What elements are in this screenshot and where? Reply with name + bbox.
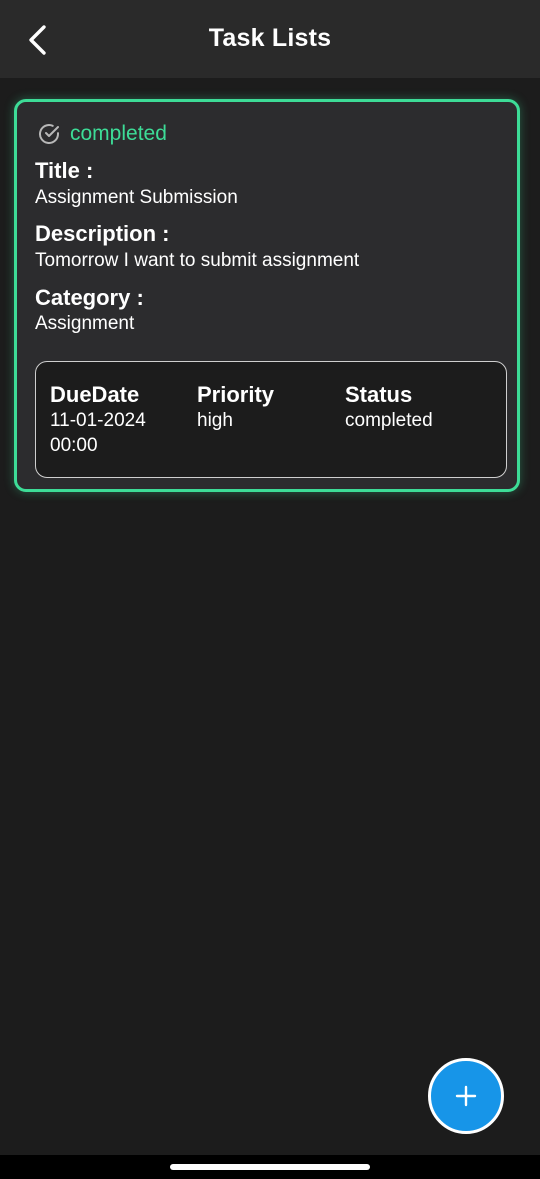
page-title: Task Lists [208, 24, 332, 52]
due-time-value: 00:00 [50, 435, 98, 456]
due-date-label: DueDate [50, 382, 140, 407]
check-circle-icon [36, 121, 62, 147]
priority-value: high [197, 410, 233, 431]
title-label: Title : [35, 158, 94, 183]
task-details-box: DueDate 11-01-2024 00:00 Priority high S… [35, 361, 507, 478]
status-value: completed [345, 410, 433, 431]
status-label: Status [345, 382, 413, 407]
plus-icon [455, 1085, 477, 1107]
due-date-column: DueDate 11-01-2024 00:00 [50, 382, 146, 458]
task-card[interactable]: completed Title : Assignment Submission … [14, 99, 520, 492]
category-value: Assignment [35, 313, 135, 334]
title-value: Assignment Submission [35, 187, 238, 208]
priority-label: Priority [197, 382, 275, 407]
status-column: Status completed [345, 382, 433, 433]
status-badge-label: completed [70, 122, 167, 145]
description-label: Description : [35, 221, 170, 246]
priority-column: Priority high [197, 382, 274, 433]
due-date-value: 11-01-2024 [50, 410, 146, 431]
description-value: Tomorrow I want to submit assignment [35, 250, 360, 271]
home-indicator[interactable] [170, 1164, 370, 1170]
add-task-button[interactable] [428, 1058, 504, 1134]
task-lists-screen: Task Lists completed Title : Assignment … [0, 0, 540, 1179]
status-badge: completed [36, 120, 167, 148]
category-label: Category : [35, 285, 144, 310]
app-bar: Task Lists [0, 0, 540, 78]
